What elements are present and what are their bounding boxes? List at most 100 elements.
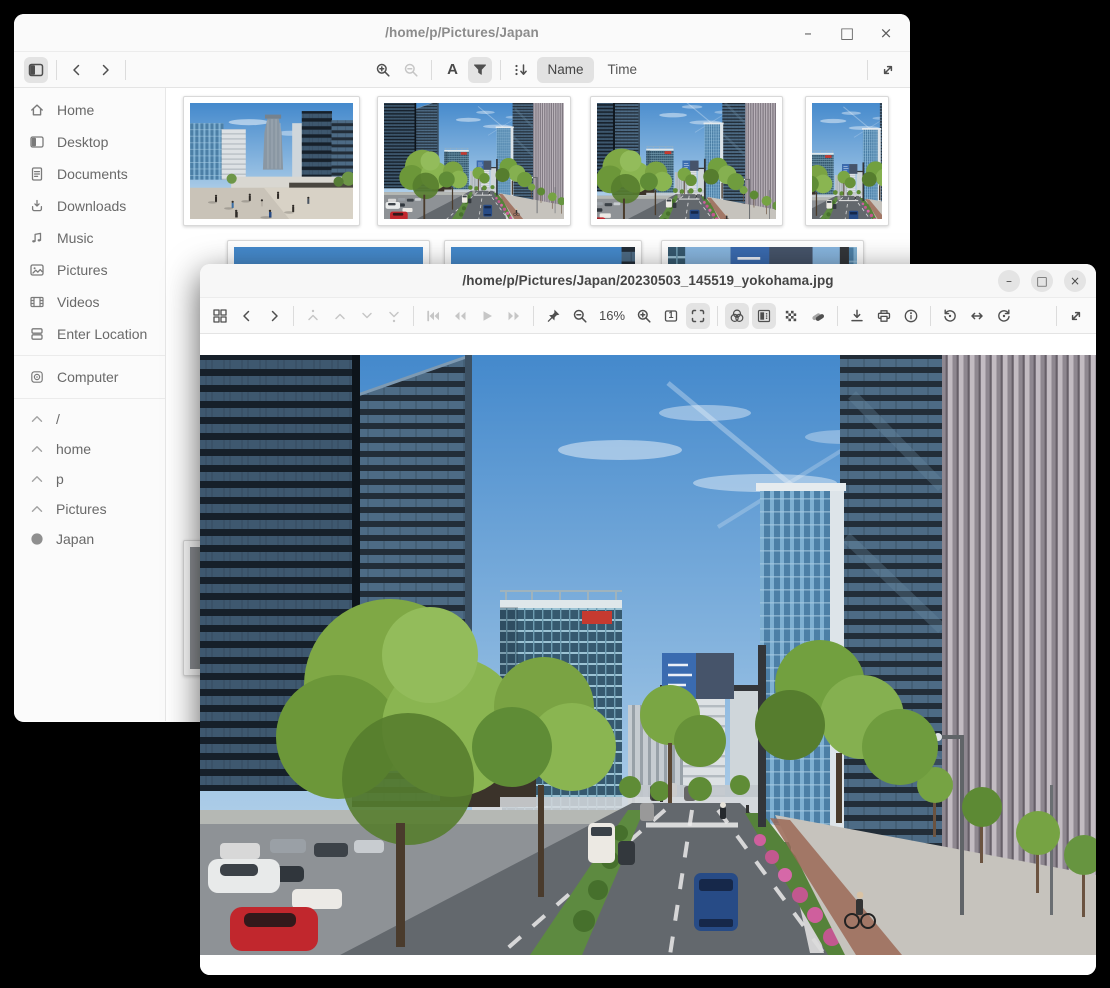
slideshow-play-button[interactable] <box>475 303 499 329</box>
previous-file-button[interactable] <box>328 303 352 329</box>
zoom-in-button[interactable] <box>632 303 656 329</box>
tree-item-home[interactable]: home <box>14 434 165 464</box>
thumbnail-photo-plaza[interactable] <box>183 96 360 226</box>
last-file-button[interactable] <box>382 303 406 329</box>
sidebar-item-home[interactable]: Home <box>14 94 165 126</box>
actual-size-button[interactable]: 1 <box>659 303 683 329</box>
fit-window-button[interactable] <box>686 303 710 329</box>
sidebar-item-music[interactable]: Music <box>14 222 165 254</box>
fullscreen-button[interactable] <box>876 57 900 83</box>
tree-item-label: p <box>56 471 64 487</box>
first-file-button[interactable] <box>301 303 325 329</box>
enter-location-icon <box>29 326 46 343</box>
collapse-chevron-icon[interactable] <box>29 471 45 487</box>
separator <box>125 60 126 80</box>
sidebar-item-downloads[interactable]: Downloads <box>14 190 165 222</box>
slideshow-first-button[interactable] <box>421 303 445 329</box>
minimize-button[interactable]: – <box>794 19 822 47</box>
separator <box>1056 306 1057 326</box>
zoom-out-button[interactable] <box>568 303 592 329</box>
tree-item-japan-current[interactable]: Japan <box>14 524 165 554</box>
framed-image-icon <box>756 308 772 324</box>
filter-button[interactable] <box>468 57 492 83</box>
slideshow-rewind-button[interactable] <box>448 303 472 329</box>
thumbnail-photo-street-narrow[interactable] <box>805 96 889 226</box>
photo-plaza <box>190 103 353 219</box>
slideshow-forward-button[interactable] <box>502 303 526 329</box>
maximize-button[interactable]: □ <box>833 19 861 47</box>
sidebar-item-computer[interactable]: Computer <box>14 361 165 393</box>
collapse-chevron-icon[interactable] <box>29 501 45 517</box>
thumbnail-photo-street-1[interactable] <box>377 96 571 226</box>
annotate-brush-button[interactable] <box>806 303 830 329</box>
image-viewer-toolbar: 16% 1 <box>200 298 1096 334</box>
caret-down-dot-icon <box>386 308 402 324</box>
sidebar-item-enter-location[interactable]: Enter Location <box>14 318 165 350</box>
chevron-left-icon <box>239 308 255 324</box>
sort-by-name-button[interactable]: Name <box>537 57 593 83</box>
thumbnail-photo-street-2[interactable] <box>590 96 783 226</box>
minimize-button[interactable]: – <box>998 270 1020 292</box>
color-management-button[interactable] <box>725 303 749 329</box>
close-button[interactable]: × <box>1064 270 1086 292</box>
file-manager-titlebar[interactable]: /home/p/Pictures/Japan – □ × <box>14 14 910 52</box>
fast-forward-icon <box>506 308 522 324</box>
separator <box>413 306 414 326</box>
checkerboard-background-button[interactable] <box>779 303 803 329</box>
sidebar-toggle-icon <box>28 62 44 78</box>
forward-button[interactable] <box>93 57 117 83</box>
separator <box>56 60 57 80</box>
image-viewer-title: /home/p/Pictures/Japan/20230503_145519_y… <box>462 273 833 288</box>
zoom-out-button[interactable] <box>399 57 423 83</box>
print-button[interactable] <box>872 303 896 329</box>
document-icon <box>29 166 46 183</box>
close-button[interactable]: × <box>872 19 900 47</box>
tree-item-root[interactable]: / <box>14 404 165 434</box>
pin-button[interactable] <box>541 303 565 329</box>
home-icon <box>29 102 46 119</box>
separator <box>533 306 534 326</box>
sidebar-item-label: Home <box>57 102 94 118</box>
image-info-button[interactable] <box>899 303 923 329</box>
next-image-button[interactable] <box>262 303 286 329</box>
fullscreen-button[interactable] <box>1064 303 1088 329</box>
maximize-button[interactable]: □ <box>1031 270 1053 292</box>
thumbnail-grid-button[interactable] <box>208 303 232 329</box>
chevron-right-icon <box>266 308 282 324</box>
show-hidden-button[interactable]: A <box>440 57 464 83</box>
save-download-icon <box>849 308 865 324</box>
save-button[interactable] <box>845 303 869 329</box>
separator <box>867 60 868 80</box>
toggle-sidebar-button[interactable] <box>24 57 48 83</box>
collapse-chevron-icon[interactable] <box>29 441 45 457</box>
collapse-chevron-icon[interactable] <box>29 411 45 427</box>
sidebar-item-documents[interactable]: Documents <box>14 158 165 190</box>
tree-item-pictures[interactable]: Pictures <box>14 494 165 524</box>
zoom-in-button[interactable] <box>371 57 395 83</box>
sort-by-time-button[interactable]: Time <box>598 57 648 83</box>
image-canvas[interactable] <box>200 334 1096 975</box>
rotate-ccw-button[interactable] <box>938 303 962 329</box>
sort-button[interactable] <box>509 57 533 83</box>
tree-item-label: Pictures <box>56 501 107 517</box>
caret-up-dot-icon <box>305 308 321 324</box>
picture-icon <box>29 262 46 279</box>
previous-image-button[interactable] <box>235 303 259 329</box>
video-icon <box>29 294 46 311</box>
zoom-in-icon <box>636 308 652 324</box>
sidebar-item-videos[interactable]: Videos <box>14 286 165 318</box>
expand-diagonal-icon <box>880 62 896 78</box>
rotate-cw-button[interactable] <box>992 303 1016 329</box>
sidebar-item-pictures[interactable]: Pictures <box>14 254 165 286</box>
separator <box>431 60 432 80</box>
next-file-button[interactable] <box>355 303 379 329</box>
flip-horizontal-button[interactable] <box>965 303 989 329</box>
zoom-in-icon <box>375 62 391 78</box>
image-viewer-titlebar[interactable]: /home/p/Pictures/Japan/20230503_145519_y… <box>200 264 1096 298</box>
back-button[interactable] <box>65 57 89 83</box>
sidebar-item-desktop[interactable]: Desktop <box>14 126 165 158</box>
dither-frame-button[interactable] <box>752 303 776 329</box>
tree-item-p[interactable]: p <box>14 464 165 494</box>
printer-icon <box>876 308 892 324</box>
chevron-right-icon <box>97 62 113 78</box>
